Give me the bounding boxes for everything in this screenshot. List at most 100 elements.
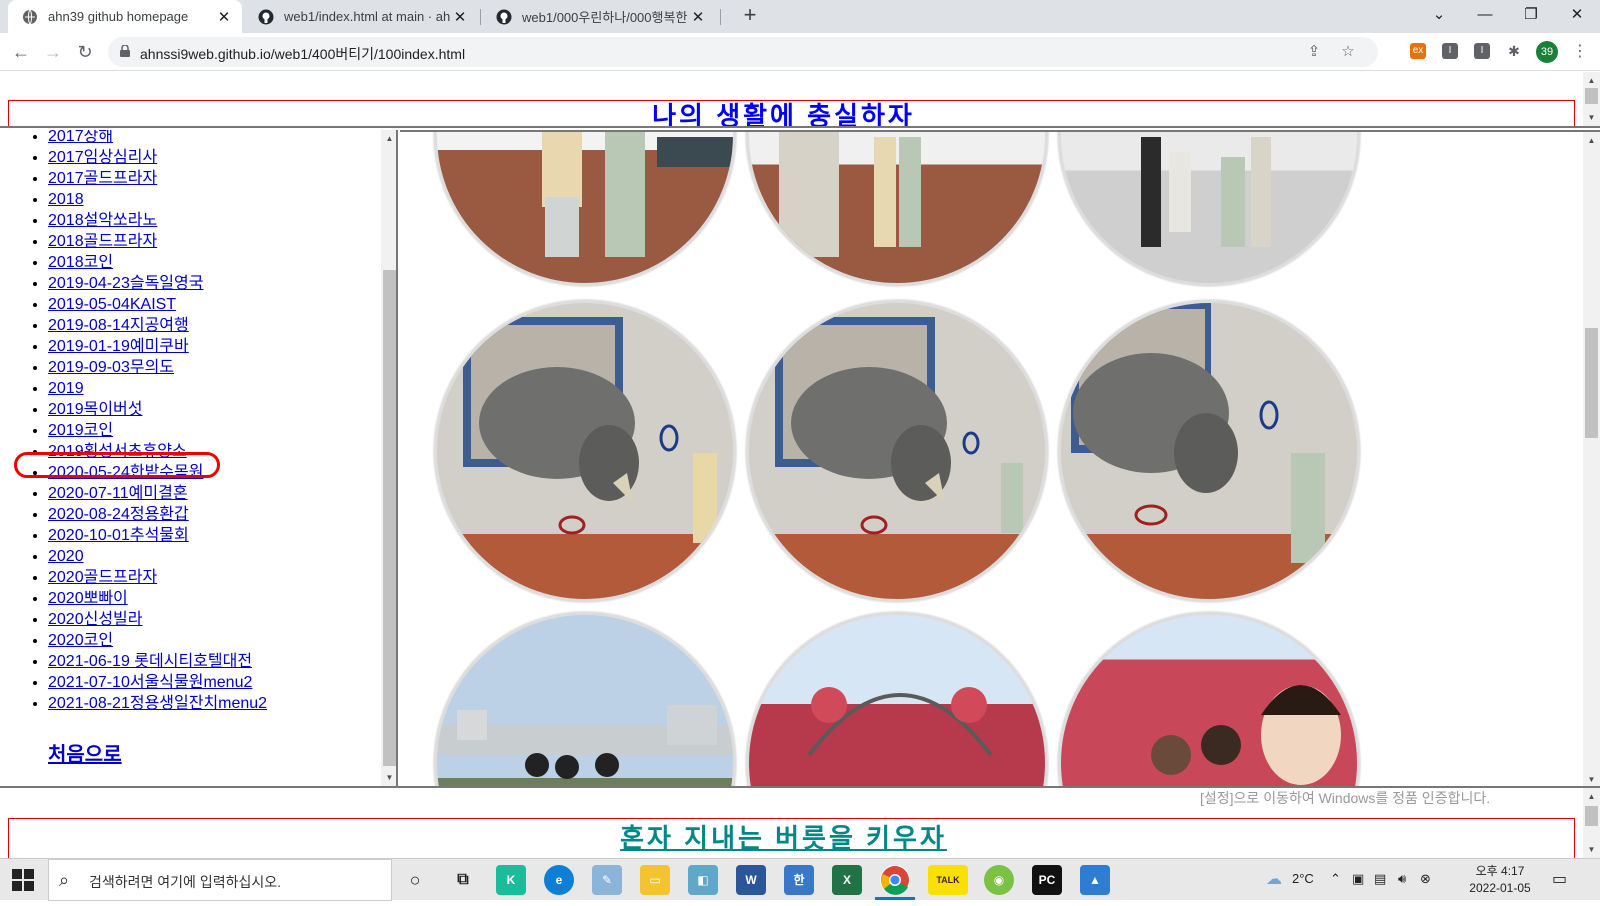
left-frame-scrollbar[interactable]: ▲ ▼ bbox=[381, 130, 396, 786]
forward-arrow-icon[interactable]: → bbox=[40, 39, 66, 65]
maximize-button[interactable]: ❐ bbox=[1508, 0, 1554, 30]
album-link[interactable]: 2018설악쏘라노 bbox=[48, 212, 157, 229]
scroll-down-arrow-icon[interactable]: ▼ bbox=[1583, 771, 1600, 786]
tab-web1-folder[interactable]: web1/000우린하나/000행복한 손 ✕ bbox=[482, 0, 716, 33]
tab-search-chevron-icon[interactable]: ⌄ bbox=[1416, 0, 1462, 30]
close-icon[interactable]: ✕ bbox=[214, 8, 234, 26]
ime-icon[interactable]: ⊗ bbox=[1420, 871, 1431, 887]
cortana-circle-icon[interactable]: ○ bbox=[400, 865, 430, 895]
system-clock[interactable]: 오후 4:17 2022-01-05 bbox=[1466, 863, 1534, 897]
album-link[interactable]: 2020코인 bbox=[48, 632, 113, 649]
messenger-app-icon[interactable]: ◉ bbox=[984, 865, 1014, 895]
album-link[interactable]: 2020-07-11예미결혼 bbox=[48, 485, 188, 502]
album-link[interactable]: 2018 bbox=[48, 191, 84, 208]
album-link[interactable]: 2020뽀빠이 bbox=[48, 590, 128, 607]
scroll-down-arrow-icon[interactable]: ▼ bbox=[1583, 841, 1600, 858]
album-link[interactable]: 2021-08-21정용생일잔치menu2 bbox=[48, 695, 267, 712]
new-tab-button[interactable]: + bbox=[738, 4, 762, 28]
close-icon[interactable]: ✕ bbox=[450, 8, 470, 26]
album-link[interactable]: 2020골드프라자 bbox=[48, 569, 157, 586]
album-link[interactable]: 2019-01-19예미쿠바 bbox=[48, 338, 189, 355]
windows-start-icon[interactable] bbox=[12, 869, 34, 891]
excel-app-icon[interactable]: X bbox=[832, 865, 862, 895]
album-link[interactable]: 2019-05-04KAIST bbox=[48, 296, 176, 313]
word-app-icon[interactable]: W bbox=[736, 865, 766, 895]
photos-app-icon[interactable]: ▲ bbox=[1080, 865, 1110, 895]
photo-rhino-woman-2[interactable] bbox=[1058, 300, 1360, 602]
scroll-up-arrow-icon[interactable]: ▲ bbox=[1583, 72, 1600, 89]
share-icon[interactable]: ⇪ bbox=[1304, 42, 1324, 62]
album-link[interactable]: 2019-04-23슬독일영국 bbox=[48, 275, 203, 292]
puzzle-extensions-icon[interactable]: ✱ bbox=[1506, 43, 1522, 59]
close-icon[interactable]: ✕ bbox=[688, 8, 708, 26]
scroll-down-arrow-icon[interactable]: ▼ bbox=[381, 769, 396, 786]
kakaotalk-icon[interactable]: TALK bbox=[928, 865, 968, 895]
photo-city-river[interactable] bbox=[434, 612, 736, 786]
photo-couple-wall-2[interactable] bbox=[746, 132, 1048, 286]
volume-icon[interactable]: 🔊︎ bbox=[1398, 871, 1406, 887]
photo-rose-arch[interactable] bbox=[746, 612, 1048, 786]
album-link[interactable]: 2021-07-10서울식물원menu2 bbox=[48, 674, 252, 691]
pycharm-icon[interactable]: PC bbox=[1032, 865, 1062, 895]
tray-chevron-icon[interactable]: ⌃ bbox=[1330, 871, 1341, 887]
photo-frame-scrollbar[interactable]: ▲ ▼ bbox=[1583, 132, 1600, 786]
network-icon[interactable]: ▤ bbox=[1374, 871, 1386, 887]
photo-rhino-man[interactable] bbox=[434, 300, 736, 602]
photo-group-cafe[interactable] bbox=[1058, 132, 1360, 286]
scroll-up-arrow-icon[interactable]: ▲ bbox=[1583, 132, 1600, 149]
scroll-thumb[interactable] bbox=[383, 270, 396, 766]
photo-couple-wall-1[interactable] bbox=[434, 132, 736, 286]
album-link[interactable]: 2019코인 bbox=[48, 422, 113, 439]
kotlin-app-icon[interactable]: K bbox=[496, 865, 526, 895]
bookmark-star-icon[interactable]: ☆ bbox=[1338, 42, 1358, 62]
album-link[interactable]: 2018골드프라자 bbox=[48, 233, 157, 250]
edge-browser-icon[interactable]: e bbox=[544, 865, 574, 895]
album-link[interactable]: 2019목이버섯 bbox=[48, 401, 142, 418]
album-link[interactable]: 2017상해 bbox=[48, 130, 113, 145]
album-link[interactable]: 2020-10-01추석물회 bbox=[48, 527, 189, 544]
scroll-thumb[interactable] bbox=[1585, 328, 1598, 438]
hwp-app-icon[interactable]: 한 bbox=[784, 865, 814, 895]
tab-web1-index[interactable]: web1/index.html at main · ahnssi ✕ bbox=[244, 0, 478, 33]
scroll-up-arrow-icon[interactable]: ▲ bbox=[381, 130, 396, 147]
photo-rose-selfie[interactable] bbox=[1058, 612, 1360, 786]
minimize-button[interactable]: — bbox=[1462, 0, 1508, 30]
photo-rhino-woman-1[interactable] bbox=[746, 300, 1048, 602]
file-explorer-icon[interactable]: ▭ bbox=[640, 865, 670, 895]
scroll-thumb[interactable] bbox=[1585, 806, 1598, 826]
album-link[interactable]: 2018코인 bbox=[48, 254, 113, 271]
album-link[interactable]: 2019 bbox=[48, 380, 84, 397]
notification-icon[interactable]: ▭ bbox=[1552, 869, 1567, 889]
extension-icon-2[interactable]: I bbox=[1442, 43, 1458, 59]
meet-now-icon[interactable]: ▣ bbox=[1352, 871, 1364, 887]
temperature-text[interactable]: 2°C bbox=[1292, 871, 1314, 886]
home-link[interactable]: 처음으로 bbox=[48, 738, 122, 767]
chrome-browser-icon[interactable] bbox=[880, 865, 910, 895]
scroll-down-arrow-icon[interactable]: ▼ bbox=[1583, 109, 1600, 126]
close-window-button[interactable]: ✕ bbox=[1554, 0, 1600, 30]
taskbar-search-box[interactable]: ⌕ 검색하려면 여기에 입력하십시오. bbox=[48, 859, 392, 901]
album-link[interactable]: 2017임상심리사 bbox=[48, 149, 157, 166]
top-frame-scrollbar[interactable]: ▲ ▼ bbox=[1583, 72, 1600, 126]
album-link[interactable]: 2019-09-03무의도 bbox=[48, 359, 174, 376]
reload-icon[interactable]: ↻ bbox=[72, 39, 98, 65]
kebab-menu-icon[interactable]: ⋮ bbox=[1572, 41, 1588, 63]
paint-app-icon[interactable]: ✎ bbox=[592, 865, 622, 895]
scroll-thumb[interactable] bbox=[1585, 88, 1598, 104]
album-link[interactable]: 2021-06-19 롯데시티호텔대전 bbox=[48, 653, 252, 670]
extension-icon-3[interactable]: I bbox=[1474, 43, 1490, 59]
task-view-icon[interactable]: ⧉ bbox=[448, 865, 478, 895]
notes-app-icon[interactable]: ◧ bbox=[688, 865, 718, 895]
back-arrow-icon[interactable]: ← bbox=[8, 39, 34, 65]
album-link[interactable]: 2017골드프라자 bbox=[48, 170, 157, 187]
address-bar[interactable]: ahnssi9web.github.io/web1/400버티기/100inde… bbox=[108, 37, 1378, 67]
extension-icon-1[interactable]: ex bbox=[1410, 43, 1426, 59]
album-link[interactable]: 2020 bbox=[48, 548, 84, 565]
album-link[interactable]: 2020-08-24정용환갑 bbox=[48, 506, 189, 523]
album-link[interactable]: 2020신성빌라 bbox=[48, 611, 142, 628]
weather-cloud-icon[interactable]: ☁ bbox=[1266, 869, 1282, 889]
url-text[interactable]: ahnssi9web.github.io/web1/400버티기/100inde… bbox=[140, 44, 465, 64]
bottom-frame-scrollbar[interactable]: ▲ ▼ bbox=[1583, 788, 1600, 858]
scroll-up-arrow-icon[interactable]: ▲ bbox=[1583, 788, 1600, 805]
album-link[interactable]: 2019-08-14지공여행 bbox=[48, 317, 189, 334]
